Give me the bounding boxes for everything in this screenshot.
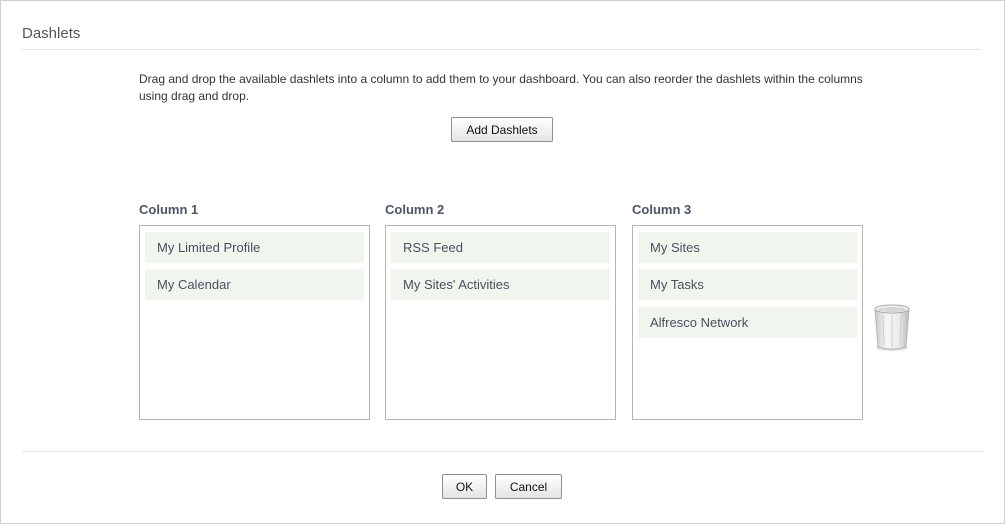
column-3-title: Column 3 (632, 202, 692, 217)
dashlet-rss-feed[interactable]: RSS Feed (391, 232, 610, 263)
dashlet-my-tasks[interactable]: My Tasks (638, 269, 857, 300)
column-1-title: Column 1 (139, 202, 199, 217)
instructions-text: Drag and drop the available dashlets int… (139, 72, 863, 103)
divider-bottom (22, 451, 984, 452)
column-2-title: Column 2 (385, 202, 445, 217)
dashlets-dialog: Dashlets Drag and drop the available das… (0, 0, 1005, 524)
divider-top (22, 49, 981, 50)
section-title: Dashlets (22, 25, 81, 42)
column-3-dropzone[interactable]: My Sites My Tasks Alfresco Network (632, 225, 863, 420)
dashlet-my-calendar[interactable]: My Calendar (145, 269, 364, 300)
dashlet-my-sites[interactable]: My Sites (638, 232, 857, 263)
cancel-button[interactable]: Cancel (495, 474, 562, 499)
add-dashlets-button[interactable]: Add Dashlets (451, 117, 553, 142)
trash-can-icon[interactable] (871, 303, 913, 353)
dashlet-alfresco-network[interactable]: Alfresco Network (638, 307, 857, 338)
ok-button[interactable]: OK (442, 474, 487, 499)
dashlet-my-limited-profile[interactable]: My Limited Profile (145, 232, 364, 263)
column-1-dropzone[interactable]: My Limited Profile My Calendar (139, 225, 370, 420)
dashlet-my-sites-activities[interactable]: My Sites' Activities (391, 269, 610, 300)
column-2-dropzone[interactable]: RSS Feed My Sites' Activities (385, 225, 616, 420)
